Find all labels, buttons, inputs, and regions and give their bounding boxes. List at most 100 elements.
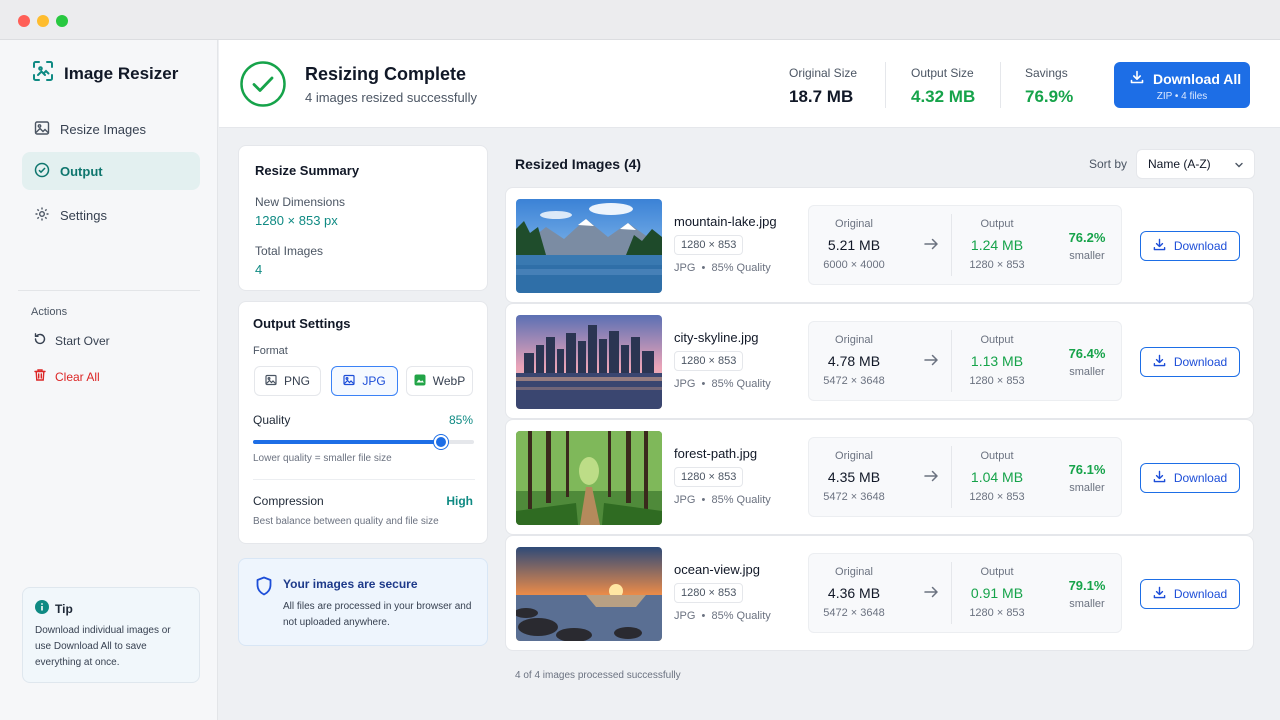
compression-hint: Best balance between quality and file si… xyxy=(253,516,439,527)
output-settings-card: Output Settings Format PNG JPG WebP Qual… xyxy=(238,301,488,544)
output-size: 1.24 MB xyxy=(970,237,1024,253)
file-format: JPG xyxy=(674,262,696,274)
gear-icon xyxy=(34,206,50,225)
output-label: Output xyxy=(980,566,1014,578)
check-circle-icon xyxy=(34,162,50,181)
file-name: mountain-lake.jpg xyxy=(674,214,777,229)
size-comparison: Original 4.35 MB 5472 × 3648 Output 1.04… xyxy=(808,437,1122,517)
file-format: JPG xyxy=(674,494,696,506)
stat-value: 18.7 MB xyxy=(789,87,854,106)
original-dimensions: 5472 × 3648 xyxy=(823,375,885,387)
arrow-right-icon xyxy=(923,468,939,489)
savings-label: smaller xyxy=(1069,482,1105,494)
download-button[interactable]: Download xyxy=(1140,231,1240,261)
quality-slider[interactable] xyxy=(253,435,474,449)
arrow-right-icon xyxy=(923,352,939,373)
sort-select[interactable]: Name (A-Z) xyxy=(1136,149,1255,179)
sidebar-item-settings[interactable]: Settings xyxy=(22,196,200,234)
output-column: Output 1.13 MB 1280 × 853 xyxy=(947,334,1047,387)
output-dimensions: 1280 × 853 xyxy=(969,607,1025,619)
tip-card: Tip Download individual images or use Do… xyxy=(22,587,200,683)
savings-percent: 76.2% smaller xyxy=(1052,230,1122,262)
original-column: Original 4.35 MB 5472 × 3648 xyxy=(804,450,904,503)
file-meta: JPG • 85% Quality xyxy=(674,494,771,506)
clear-all-button[interactable]: Clear All xyxy=(33,368,100,385)
download-all-button[interactable]: Download All ZIP • 4 files xyxy=(1114,62,1250,108)
download-button[interactable]: Download xyxy=(1140,579,1240,609)
original-dimensions: 6000 × 4000 xyxy=(823,259,885,271)
dimensions-badge: 1280 × 853 xyxy=(674,467,744,487)
savings-percent: 76.1% smaller xyxy=(1052,462,1122,494)
file-name: forest-path.jpg xyxy=(674,446,758,461)
output-size: 0.91 MB xyxy=(970,585,1024,601)
stat-label: Output Size xyxy=(911,66,974,80)
security-title: Your images are secure xyxy=(283,577,418,591)
start-over-button[interactable]: Start Over xyxy=(33,332,110,349)
original-label: Original xyxy=(835,566,873,578)
download-button[interactable]: Download xyxy=(1140,463,1240,493)
size-comparison: Original 4.36 MB 5472 × 3648 Output 0.91… xyxy=(808,553,1122,633)
original-column: Original 5.21 MB 6000 × 4000 xyxy=(804,218,904,271)
file-quality: 85% Quality xyxy=(711,494,771,506)
savings-percent: 79.1% smaller xyxy=(1052,578,1122,610)
security-notice: Your images are secure All files are pro… xyxy=(238,558,488,646)
sidebar-item-label: Resize Images xyxy=(60,121,146,137)
sidebar-item-label: Output xyxy=(60,163,103,179)
minimize-window-button[interactable] xyxy=(37,15,49,27)
output-dimensions: 1280 × 853 xyxy=(969,491,1025,503)
stat-label: Savings xyxy=(1025,66,1068,80)
download-label: Download xyxy=(1173,239,1228,253)
quality-slider-thumb[interactable] xyxy=(433,435,448,449)
total-images-label: Total Images xyxy=(255,244,324,258)
success-check-icon xyxy=(240,61,286,112)
sort-value: Name (A-Z) xyxy=(1148,157,1211,171)
dimensions-value: 1280 × 853 px xyxy=(255,213,338,228)
download-button[interactable]: Download xyxy=(1140,347,1240,377)
file-name: ocean-view.jpg xyxy=(674,562,760,577)
original-label: Original xyxy=(835,334,873,346)
output-size: 1.13 MB xyxy=(970,353,1024,369)
savings-value: 76.4% xyxy=(1068,346,1106,361)
download-icon xyxy=(1153,238,1166,254)
arrow-right-icon xyxy=(923,236,939,257)
quality-hint: Lower quality = smaller file size xyxy=(253,453,392,464)
sidebar: Image Resizer Resize Images Output Setti… xyxy=(0,40,218,720)
settings-divider xyxy=(253,479,475,480)
security-text: All files are processed in your browser … xyxy=(283,601,472,628)
maximize-window-button[interactable] xyxy=(56,15,68,27)
stat-divider xyxy=(1000,62,1001,108)
tip-title: Tip xyxy=(55,601,73,616)
quality-slider-fill xyxy=(253,440,441,444)
dimensions-badge: 1280 × 853 xyxy=(674,235,744,255)
sidebar-divider xyxy=(18,290,200,291)
refresh-icon xyxy=(33,332,47,349)
original-dimensions: 5472 × 3648 xyxy=(823,491,885,503)
download-all-label: Download All xyxy=(1153,70,1242,87)
stat-value: 76.9% xyxy=(1025,87,1074,106)
image-row: forest-path.jpg 1280 × 853 JPG • 85% Qua… xyxy=(505,419,1254,535)
image-icon xyxy=(343,374,355,389)
sidebar-item-output[interactable]: Output xyxy=(22,152,200,190)
compression-value: High xyxy=(446,494,473,508)
stat-value: 4.32 MB xyxy=(911,87,976,106)
format-label: Format xyxy=(253,345,288,357)
download-icon xyxy=(1153,354,1166,370)
sidebar-item-resize-images[interactable]: Resize Images xyxy=(22,110,200,148)
image-thumbnail xyxy=(516,199,662,293)
results-header: Resizing Complete 4 images resized succe… xyxy=(219,40,1280,128)
chevron-down-icon xyxy=(1234,159,1244,173)
close-window-button[interactable] xyxy=(18,15,30,27)
download-label: Download xyxy=(1173,471,1228,485)
page-subtitle: 4 images resized successfully xyxy=(305,90,477,105)
webp-icon xyxy=(414,374,426,389)
file-name: city-skyline.jpg xyxy=(674,330,759,345)
format-jpg-button[interactable]: JPG xyxy=(331,366,398,396)
dimensions-badge: 1280 × 853 xyxy=(674,351,744,371)
original-label: Original xyxy=(835,450,873,462)
original-size: 4.36 MB xyxy=(827,585,881,601)
format-webp-button[interactable]: WebP xyxy=(406,366,473,396)
dimensions-label: New Dimensions xyxy=(255,195,346,209)
format-png-button[interactable]: PNG xyxy=(254,366,321,396)
image-thumbnail xyxy=(516,431,662,525)
output-settings-title: Output Settings xyxy=(253,316,351,331)
